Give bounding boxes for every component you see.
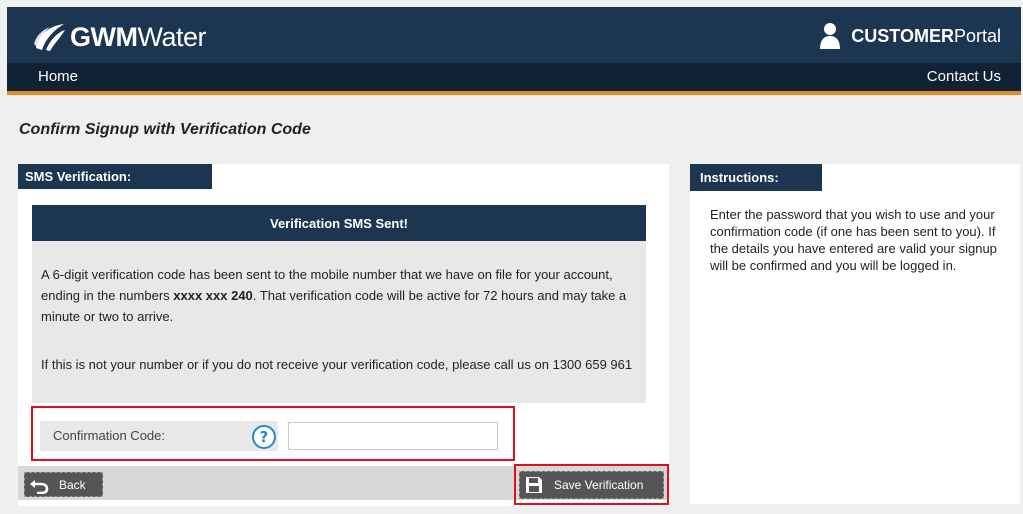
floppy-disk-icon	[526, 477, 542, 493]
nav-home-link[interactable]: Home	[38, 68, 78, 85]
sms-help-message: If this is not your number or if you do …	[41, 357, 633, 372]
sms-info-box: Verification SMS Sent! A 6-digit verific…	[32, 205, 646, 403]
save-button-highlight: Save Verification	[514, 464, 669, 505]
nav-contact-link[interactable]: Contact Us	[927, 68, 1001, 85]
instructions-text: Enter the password that you wish to use …	[710, 207, 997, 273]
customer-portal-brand: CUSTOMERPortal	[819, 20, 1001, 52]
help-icon[interactable]: ?	[252, 425, 276, 449]
sms-verification-tab: SMS Verification:	[18, 164, 212, 189]
save-verification-button[interactable]: Save Verification	[519, 471, 664, 499]
sms-box-heading: Verification SMS Sent!	[32, 205, 646, 241]
instructions-panel: Instructions: Enter the password that yo…	[690, 164, 1020, 504]
undo-arrow-icon	[30, 479, 49, 494]
gwm-water-logo[interactable]: GWMWater	[32, 22, 206, 52]
masked-phone-number: xxxx xxx 240	[173, 288, 253, 303]
nav-bar: Home Contact Us	[7, 63, 1021, 91]
gwm-leaf-logo-icon	[34, 24, 65, 51]
sms-verification-panel: SMS Verification: Verification SMS Sent!…	[18, 164, 669, 506]
accent-divider	[7, 91, 1021, 95]
save-button-label: Save Verification	[554, 478, 644, 492]
site-header: GWMWater CUSTOMERPortal Home Contact Us	[7, 7, 1021, 91]
user-icon	[820, 23, 841, 49]
back-button-label: Back	[59, 477, 86, 492]
confirmation-code-row: Confirmation Code: ?	[31, 406, 515, 461]
confirmation-code-input[interactable]	[288, 422, 498, 450]
confirmation-code-label: Confirmation Code:	[53, 428, 165, 443]
sms-message: A 6-digit verification code has been sen…	[41, 267, 627, 324]
back-button[interactable]: Back	[24, 472, 103, 497]
instructions-tab: Instructions:	[690, 164, 822, 191]
portal-text: CUSTOMERPortal	[851, 25, 1001, 46]
page-title: Confirm Signup with Verification Code	[19, 121, 311, 138]
top-bar: GWMWater CUSTOMERPortal	[7, 7, 1021, 63]
logo-text: GWMWater	[70, 21, 206, 52]
code-label-box: Confirmation Code: ?	[40, 421, 278, 451]
